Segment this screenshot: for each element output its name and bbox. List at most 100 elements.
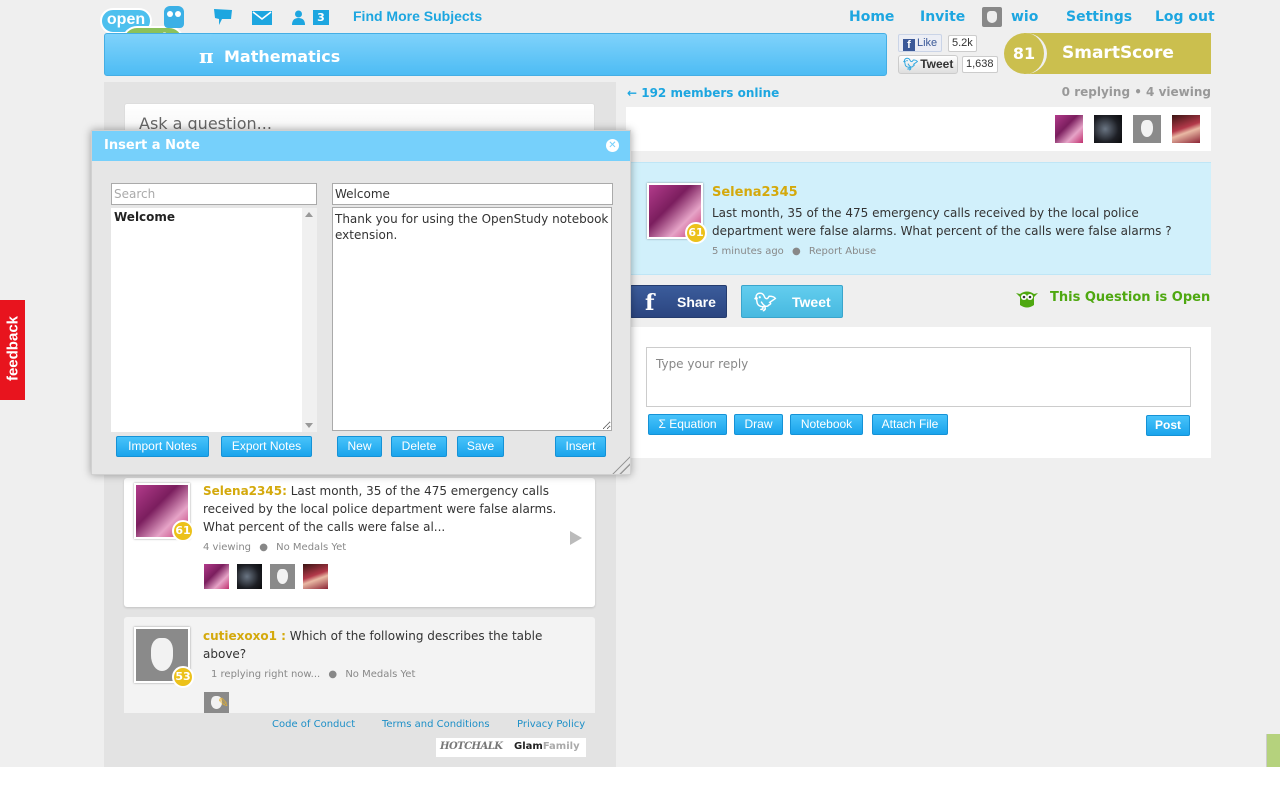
twitter-tweet-share-button[interactable]: 🐦︎ Tweet <box>741 285 843 318</box>
smartscore-badge[interactable]: 81 SmartScore <box>1004 33 1211 74</box>
members-online-link[interactable]: ← 192 members online <box>627 86 779 100</box>
delete-note-button[interactable]: Delete <box>391 436 447 457</box>
attach-file-button[interactable]: Attach File <box>872 414 948 435</box>
save-note-button[interactable]: Save <box>457 436 504 457</box>
viewer-avatar[interactable] <box>303 564 328 589</box>
code-of-conduct-link[interactable]: Code of Conduct <box>272 719 355 730</box>
user-icon[interactable] <box>292 10 305 29</box>
side-widget-tab[interactable] <box>1266 734 1280 767</box>
chat-bubble-icon[interactable] <box>213 8 233 30</box>
reply-input[interactable] <box>646 347 1191 407</box>
score-badge: 53 <box>172 666 194 688</box>
glamfamily-logo[interactable]: GlamFamily <box>514 741 580 752</box>
question-username[interactable]: Selena2345: <box>203 484 287 498</box>
post-button[interactable]: Post <box>1146 415 1190 436</box>
terms-link[interactable]: Terms and Conditions <box>382 719 490 730</box>
medals-status: No Medals Yet <box>276 542 347 553</box>
meta-separator: ● <box>328 669 338 680</box>
find-more-subjects-link[interactable]: Find More Subjects <box>353 8 482 24</box>
nav-logout-link[interactable]: Log out <box>1155 9 1215 25</box>
question-text-block: cutiexoxo1 : Which of the following desc… <box>203 627 543 663</box>
note-search-input[interactable] <box>111 183 317 205</box>
viewers-bar <box>626 107 1211 151</box>
new-note-button[interactable]: New <box>337 436 382 457</box>
question-detail-panel: 61 Selena2345 Last month, 35 of the 475 … <box>626 162 1211 275</box>
feedback-label: feedback <box>4 315 22 382</box>
scroll-down-icon[interactable] <box>305 423 313 428</box>
asker-username[interactable]: Selena2345 <box>712 185 798 200</box>
close-icon[interactable]: ✕ <box>606 139 619 152</box>
hotchalk-logo[interactable]: HOTCHALK <box>440 741 503 752</box>
notification-count-badge[interactable]: 3 <box>313 10 329 25</box>
family-text: Family <box>542 741 580 752</box>
subject-header-bar: π Mathematics <box>104 33 887 76</box>
equation-button[interactable]: Σ Equation <box>648 414 727 435</box>
note-list[interactable]: Welcome <box>111 208 317 432</box>
question-text-block: Selena2345: Last month, 35 of the 475 em… <box>203 482 563 536</box>
report-abuse-link[interactable]: Report Abuse <box>809 246 876 257</box>
question-meta: 5 minutes ago ● Report Abuse <box>712 246 876 257</box>
export-notes-button[interactable]: Export Notes <box>221 436 312 457</box>
dialog-header[interactable]: Insert a Note ✕ <box>92 131 630 161</box>
twitter-tweet-button[interactable]: 🐦︎ Tweet <box>898 55 959 74</box>
viewer-avatar[interactable] <box>1055 115 1083 143</box>
insert-note-dialog: Insert a Note ✕ Welcome Thank you for us… <box>91 130 631 475</box>
page-bottom-area <box>0 767 1280 800</box>
question-card[interactable]: 53 cutiexoxo1 : Which of the following d… <box>124 617 595 713</box>
import-notes-button[interactable]: Import Notes <box>116 436 209 457</box>
question-time: 5 minutes ago <box>712 246 784 257</box>
smartscore-label: SmartScore <box>1062 43 1174 63</box>
facebook-share-button[interactable]: f Share <box>630 285 727 318</box>
privacy-policy-link[interactable]: Privacy Policy <box>517 719 585 730</box>
facebook-icon: f <box>903 39 915 51</box>
viewer-avatar[interactable] <box>1172 115 1200 143</box>
question-username[interactable]: cutiexoxo1 : <box>203 629 286 643</box>
facebook-f-icon: f <box>645 290 655 316</box>
user-avatar[interactable] <box>982 7 1002 27</box>
viewer-avatar[interactable] <box>1094 115 1122 143</box>
draw-button[interactable]: Draw <box>734 414 783 435</box>
replying-viewing-status: 0 replying • 4 viewing <box>1061 85 1211 99</box>
tweet-share-label: Tweet <box>792 294 831 310</box>
medals-status: No Medals Yet <box>345 669 416 680</box>
open-question-arrow-icon[interactable] <box>570 531 582 545</box>
mail-icon[interactable] <box>252 11 272 29</box>
viewer-avatar[interactable] <box>204 564 229 589</box>
viewer-avatar[interactable] <box>1133 115 1161 143</box>
question-open-status: This Question is Open <box>1050 290 1211 305</box>
owl-mascot-icon <box>164 6 184 28</box>
meta-separator: ● <box>259 542 268 553</box>
viewer-avatar[interactable] <box>270 564 295 589</box>
note-title-input[interactable] <box>332 183 613 205</box>
note-list-scrollbar[interactable] <box>302 208 317 432</box>
insert-note-button[interactable]: Insert <box>555 436 606 457</box>
twitter-bird-icon: 🐦︎ <box>754 292 777 313</box>
replying-status: 1 replying right now... <box>211 669 321 680</box>
viewing-status: 4 viewing <box>203 542 252 553</box>
green-owl-icon <box>1016 291 1038 308</box>
glam-text: Glam <box>514 741 543 752</box>
notebook-button[interactable]: Notebook <box>790 414 863 435</box>
facebook-like-button[interactable]: f Like <box>898 34 943 52</box>
nav-home-link[interactable]: Home <box>849 9 894 25</box>
question-card[interactable]: 61 Selena2345: Last month, 35 of the 475… <box>124 478 595 607</box>
scroll-up-icon[interactable] <box>305 212 313 217</box>
tweet-label: Tweet <box>920 57 954 71</box>
nav-settings-link[interactable]: Settings <box>1066 9 1132 25</box>
pencil-icon: ✎ <box>218 696 229 711</box>
dialog-title: Insert a Note <box>104 138 200 153</box>
question-meta: 1 replying right now... ● No Medals Yet <box>211 669 415 680</box>
note-list-item[interactable]: Welcome <box>114 210 175 224</box>
nav-invite-link[interactable]: Invite <box>920 9 965 25</box>
smartscore-value: 81 <box>1004 33 1047 74</box>
nav-username-link[interactable]: wio <box>1011 9 1038 25</box>
question-body-text: Last month, 35 of the 475 emergency call… <box>712 206 1172 238</box>
note-body-textarea[interactable]: Thank you for using the OpenStudy notebo… <box>332 207 612 431</box>
resize-handle[interactable] <box>612 456 630 474</box>
meta-separator: ● <box>791 246 801 257</box>
twitter-bird-icon: 🐦︎ <box>903 57 919 71</box>
feedback-tab[interactable]: feedback <box>0 300 25 400</box>
question-meta: 4 viewing ● No Medals Yet <box>203 542 346 553</box>
facebook-like-count: 5.2k <box>948 35 977 52</box>
viewer-avatar[interactable] <box>237 564 262 589</box>
